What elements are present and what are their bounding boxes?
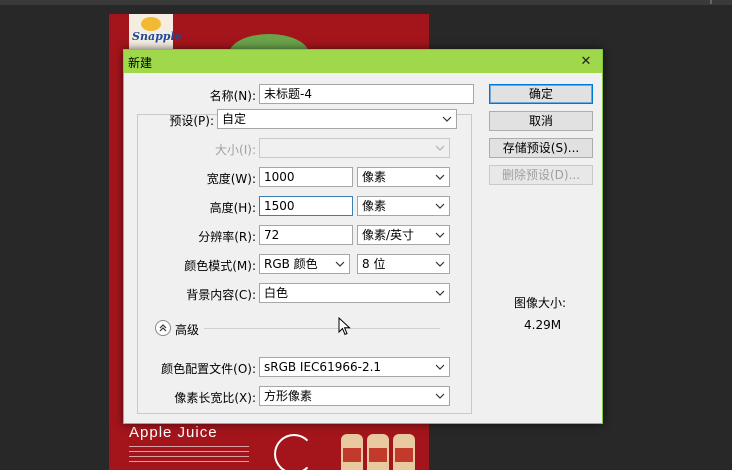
preset-label: 预设(P):: [169, 114, 214, 128]
height-input[interactable]: 1500: [259, 196, 353, 216]
bit-depth-value: 8 位: [362, 257, 386, 271]
dialog-title: 新建: [128, 56, 153, 70]
size-select: [259, 138, 450, 158]
pixel-aspect-label: 像素长宽比(X):: [174, 391, 256, 405]
width-unit-select[interactable]: 像素: [357, 167, 450, 187]
brand-logo: Snapple: [129, 14, 182, 52]
size-label: 大小(I):: [215, 143, 256, 157]
chevron-down-icon: [435, 142, 445, 154]
chevron-down-icon: [442, 113, 452, 125]
height-unit-value: 像素: [362, 199, 387, 213]
width-unit-value: 像素: [362, 170, 387, 184]
color-profile-label: 颜色配置文件(O):: [161, 362, 256, 376]
color-profile-value: sRGB IEC61966-2.1: [264, 360, 382, 374]
ok-button[interactable]: 确定: [489, 84, 593, 104]
chevron-up-icon: [156, 323, 170, 333]
delete-preset-button: 删除预设(D)...: [489, 165, 593, 185]
swirl-decoration: [274, 434, 314, 470]
width-input[interactable]: 1000: [259, 167, 353, 187]
bottle-image: [341, 434, 363, 470]
dialog-titlebar[interactable]: 新建 ✕: [124, 50, 602, 73]
workspace-top-bar: [0, 0, 732, 5]
resolution-input[interactable]: 72: [259, 225, 353, 245]
cancel-button[interactable]: 取消: [489, 111, 593, 131]
height-unit-select[interactable]: 像素: [357, 196, 450, 216]
color-profile-select[interactable]: sRGB IEC61966-2.1: [259, 357, 450, 377]
chevron-down-icon: [435, 390, 445, 402]
chevron-down-icon: [435, 361, 445, 373]
logo-text: Snapple: [132, 30, 182, 43]
close-button[interactable]: ✕: [576, 52, 596, 71]
sun-icon: [141, 17, 161, 31]
workspace-marker: [710, 0, 712, 4]
advanced-divider: [204, 328, 440, 329]
background-label: 背景内容(C):: [186, 288, 256, 302]
chevron-down-icon: [435, 229, 445, 241]
background-select[interactable]: 白色: [259, 283, 450, 303]
background-value: 白色: [264, 286, 289, 300]
color-mode-value: RGB 颜色: [264, 257, 318, 271]
chevron-down-icon: [435, 258, 445, 270]
chevron-down-icon: [335, 258, 345, 270]
pixel-aspect-select[interactable]: 方形像素: [259, 386, 450, 406]
color-mode-select[interactable]: RGB 颜色: [259, 254, 350, 274]
image-size-value: 4.29M: [524, 318, 562, 332]
preset-select[interactable]: 自定: [217, 109, 457, 129]
save-preset-button[interactable]: 存储预设(S)...: [489, 138, 593, 158]
poster-title: Apple Juice: [129, 424, 218, 441]
preset-value: 自定: [222, 112, 247, 126]
chevron-down-icon: [435, 171, 445, 183]
bit-depth-select[interactable]: 8 位: [357, 254, 450, 274]
mouse-cursor-icon: [338, 316, 352, 337]
width-label: 宽度(W):: [206, 172, 256, 186]
bottle-image: [393, 434, 415, 470]
pixel-aspect-value: 方形像素: [264, 389, 313, 403]
image-size-label: 图像大小:: [514, 296, 567, 310]
bottle-image: [367, 434, 389, 470]
resolution-label: 分辨率(R):: [198, 230, 256, 244]
resolution-unit-select[interactable]: 像素/英寸: [357, 225, 450, 245]
advanced-label: 高级: [175, 323, 200, 337]
name-input[interactable]: 未标题-4: [259, 84, 474, 104]
color-mode-label: 颜色模式(M):: [184, 259, 256, 273]
chevron-down-icon: [435, 200, 445, 212]
poster-body-text: [129, 446, 249, 464]
bottle-images: [341, 434, 421, 470]
height-label: 高度(H):: [209, 201, 256, 215]
advanced-toggle[interactable]: [155, 320, 171, 336]
name-label: 名称(N):: [209, 89, 256, 103]
chevron-down-icon: [435, 287, 445, 299]
resolution-unit-value: 像素/英寸: [362, 228, 415, 242]
new-document-dialog: 新建 ✕ 名称(N): 未标题-4 预设(P): 自定 大小(I): 宽度(W)…: [123, 49, 603, 424]
